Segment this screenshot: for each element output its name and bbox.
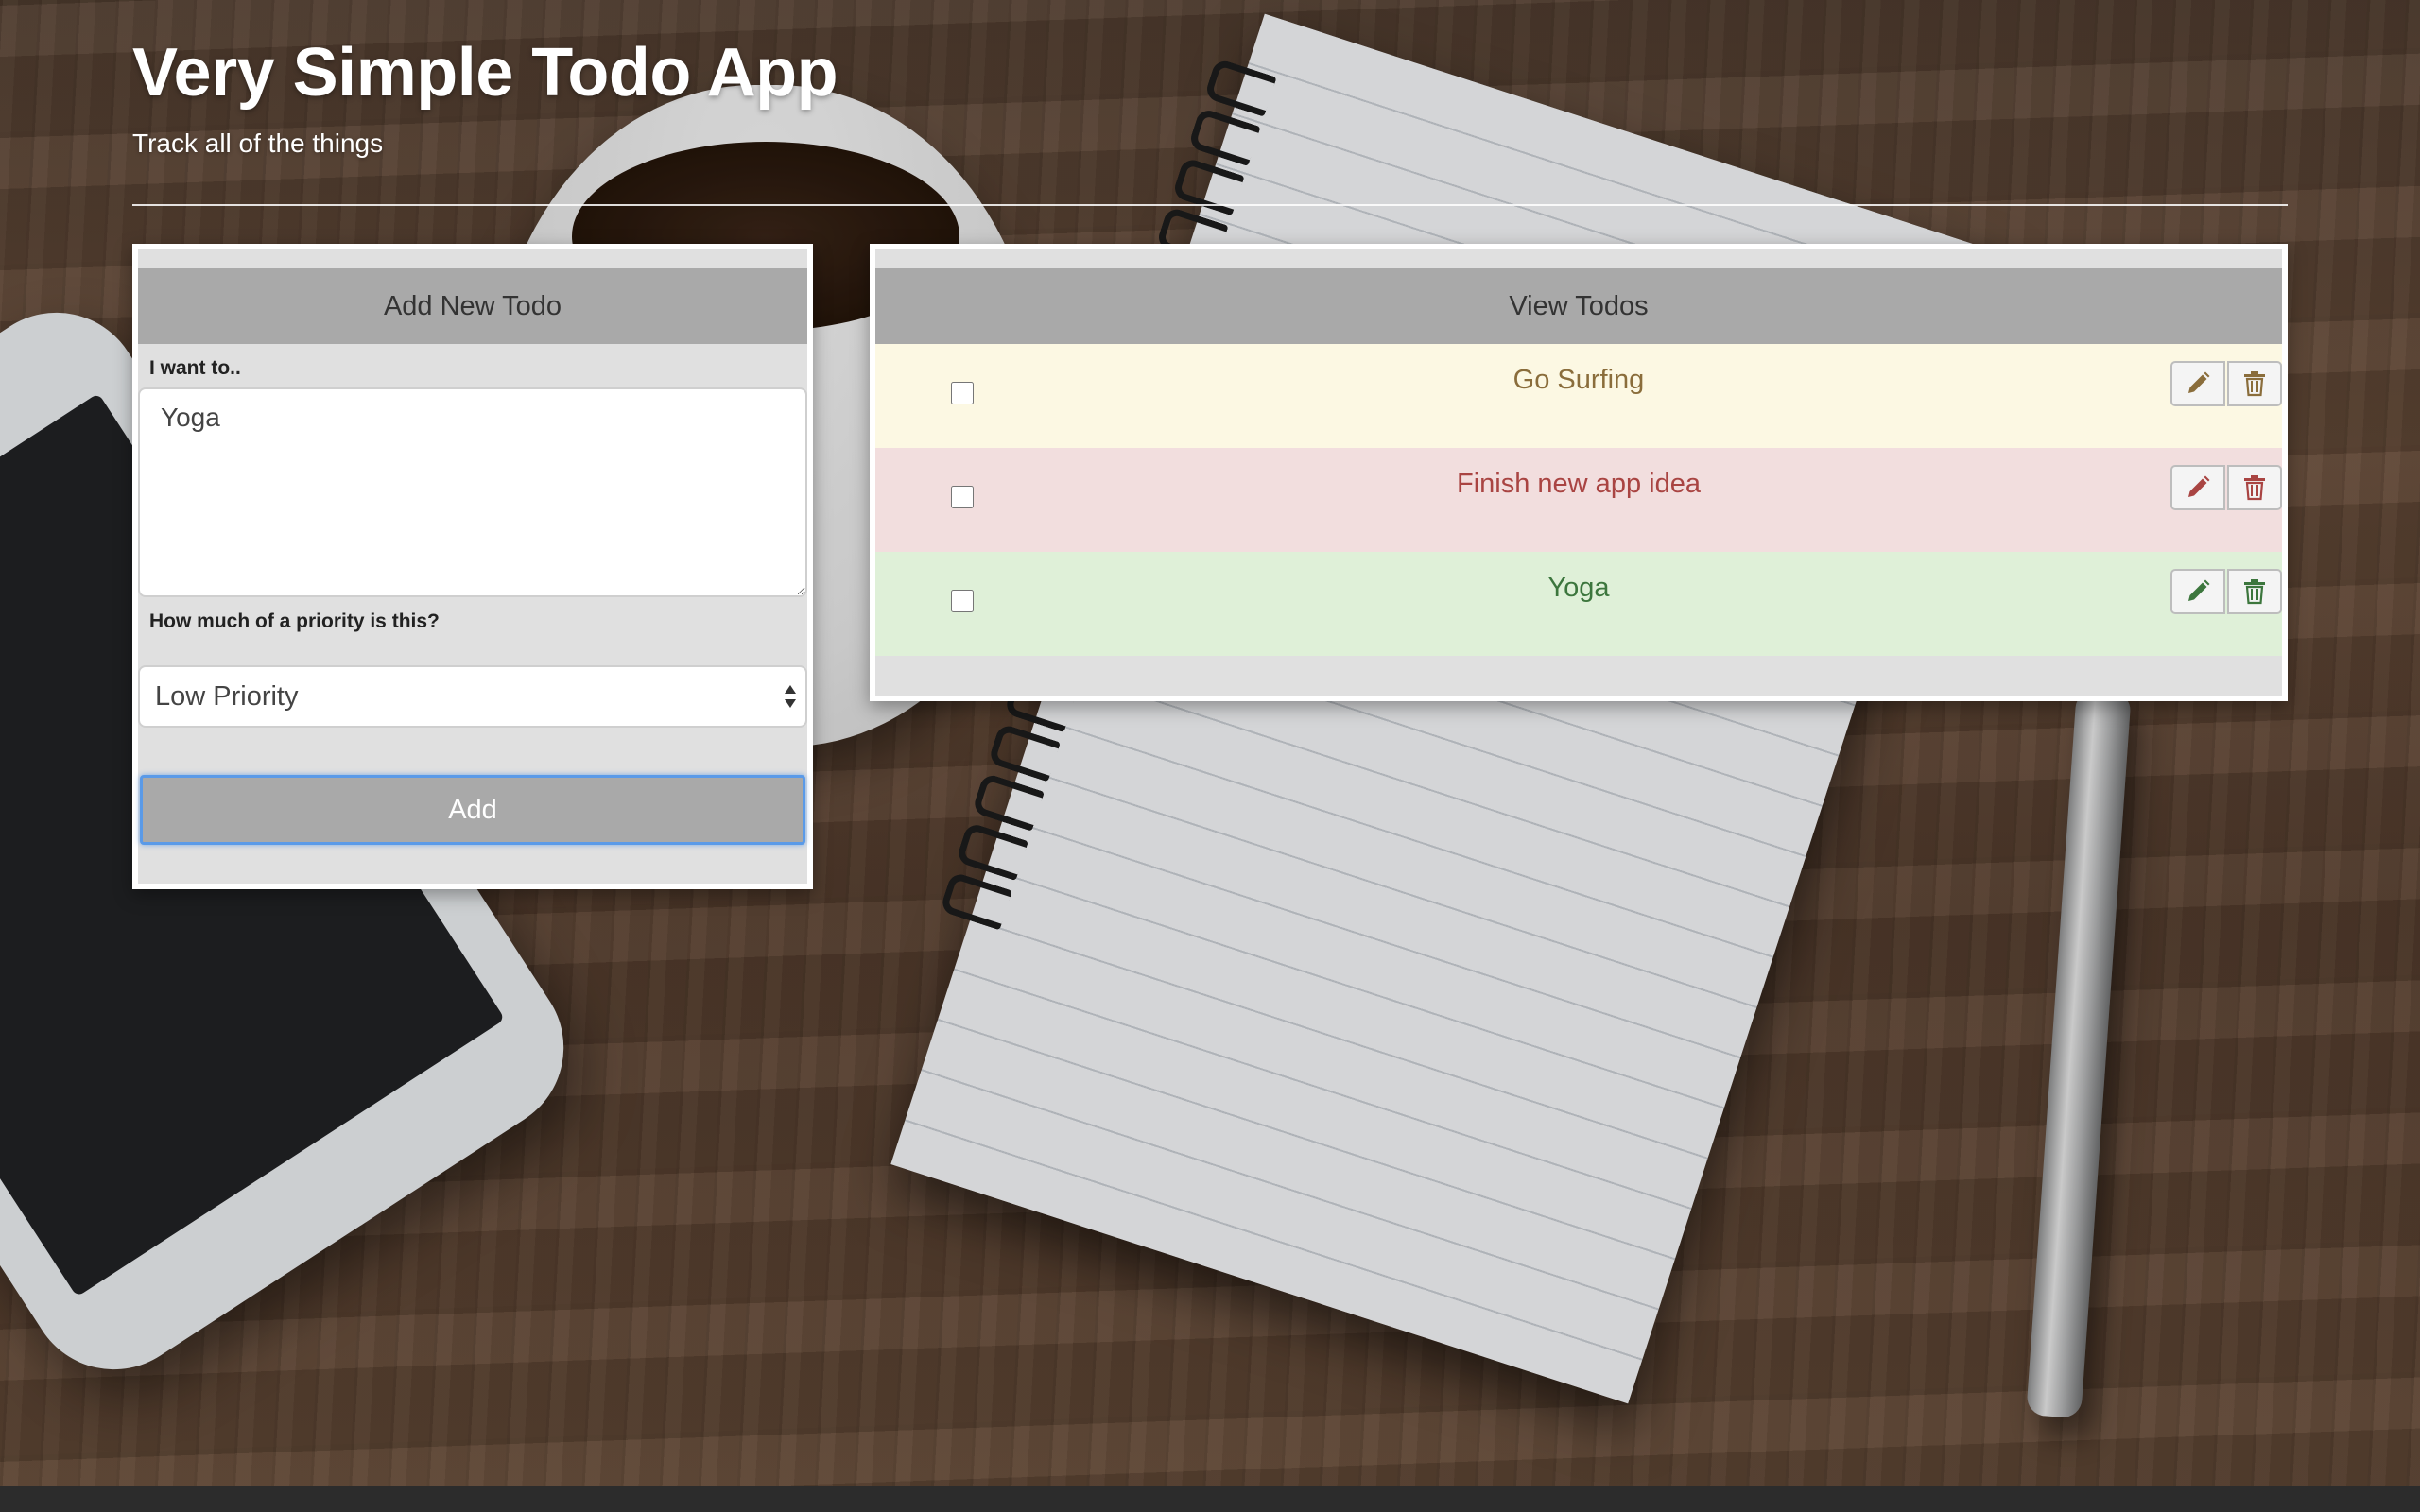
edit-todo-button[interactable] bbox=[2170, 465, 2225, 510]
edit-todo-button[interactable] bbox=[2170, 569, 2225, 614]
priority-label: How much of a priority is this? bbox=[149, 610, 440, 632]
pencil-icon bbox=[2188, 579, 2210, 601]
todo-text-label: I want to.. bbox=[149, 357, 241, 379]
view-todos-heading: View Todos bbox=[875, 268, 2282, 344]
delete-todo-button[interactable] bbox=[2227, 569, 2282, 614]
add-todo-panel: Add New Todo I want to.. How much of a p… bbox=[132, 244, 813, 889]
add-todo-button[interactable]: Add bbox=[140, 775, 805, 845]
todo-text: Go Surfing bbox=[1512, 365, 1645, 395]
todo-actions bbox=[2170, 569, 2282, 614]
chevron-updown-icon bbox=[785, 685, 796, 708]
page-title: Very Simple Todo App bbox=[132, 35, 838, 111]
page-subtitle: Track all of the things bbox=[132, 129, 384, 158]
trash-icon bbox=[2244, 475, 2265, 501]
delete-todo-button[interactable] bbox=[2227, 361, 2282, 406]
trash-icon bbox=[2244, 371, 2265, 397]
bottom-bar bbox=[0, 1486, 2420, 1512]
priority-select[interactable]: Low Priority bbox=[138, 665, 807, 728]
trash-icon bbox=[2244, 579, 2265, 605]
todo-list: Go Surfing Finish new app idea Yoga bbox=[875, 344, 2282, 656]
pencil-icon bbox=[2188, 371, 2210, 393]
view-todos-panel: View Todos Go Surfing Finish new app ide… bbox=[870, 244, 2288, 701]
view-todos-footer bbox=[875, 656, 2282, 692]
todo-actions bbox=[2170, 361, 2282, 406]
todo-text: Yoga bbox=[1547, 573, 1610, 603]
priority-select-value: Low Priority bbox=[155, 681, 299, 712]
todo-text: Finish new app idea bbox=[1457, 469, 1701, 499]
todo-actions bbox=[2170, 465, 2282, 510]
pencil-icon bbox=[2188, 475, 2210, 497]
todo-row: Go Surfing bbox=[875, 344, 2282, 448]
add-todo-heading: Add New Todo bbox=[138, 268, 807, 344]
todo-row: Finish new app idea bbox=[875, 448, 2282, 552]
delete-todo-button[interactable] bbox=[2227, 465, 2282, 510]
page-header: Very Simple Todo App Track all of the th… bbox=[132, 34, 2288, 159]
header-divider bbox=[132, 204, 2288, 206]
todo-text-input[interactable] bbox=[138, 387, 807, 597]
todo-row: Yoga bbox=[875, 552, 2282, 656]
edit-todo-button[interactable] bbox=[2170, 361, 2225, 406]
